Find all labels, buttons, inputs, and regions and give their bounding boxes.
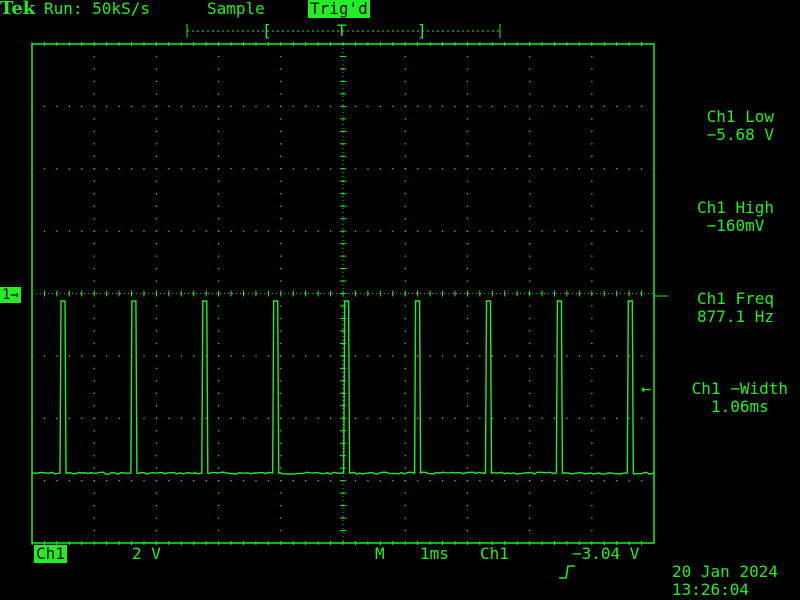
time-display: 13:26:04 — [672, 580, 750, 599]
channel-indicator: Ch1 — [34, 544, 67, 563]
measurement-ch1-high: Ch1 High −160mV — [697, 199, 774, 235]
measurement-pointer-icon: ← — [641, 379, 651, 398]
svg-text:T: T — [337, 21, 347, 40]
record-position-bar: [ T ] — [186, 21, 501, 40]
time-per-div: 1ms — [420, 544, 449, 563]
main-timebase-label: M — [375, 544, 385, 563]
measurement-label: Ch1 Freq — [696, 289, 774, 308]
svg-text:]: ] — [417, 21, 427, 40]
trigger-level: −3.04 V — [572, 544, 640, 563]
measurement-value: −5.68 V — [706, 125, 774, 144]
graticule-grid — [31, 42, 654, 545]
measurement-label: Ch1 −Width — [691, 379, 788, 398]
date-display: 20 Jan 2024 — [672, 562, 778, 581]
svg-text:[: [ — [262, 21, 272, 40]
measurement-label: Ch1 Low — [706, 107, 774, 126]
measurement-ch1-neg-width: Ch1 −Width 1.06ms — [692, 380, 788, 416]
trigger-source: Ch1 — [480, 544, 509, 563]
measurement-ch1-freq: Ch1 Freq 877.1 Hz — [697, 290, 774, 326]
volts-per-div: 2 V — [132, 544, 161, 563]
ch1-ground-marker: 1→ — [0, 287, 21, 303]
measurement-value: 1.06ms — [710, 397, 769, 416]
measurement-value: 877.1 Hz — [696, 307, 774, 326]
measurement-label: Ch1 High — [696, 198, 774, 217]
measurement-ch1-low: Ch1 Low −5.68 V — [707, 108, 774, 144]
measurement-value: −160mV — [706, 216, 765, 235]
scope-display: [ T ] — [31, 21, 668, 545]
